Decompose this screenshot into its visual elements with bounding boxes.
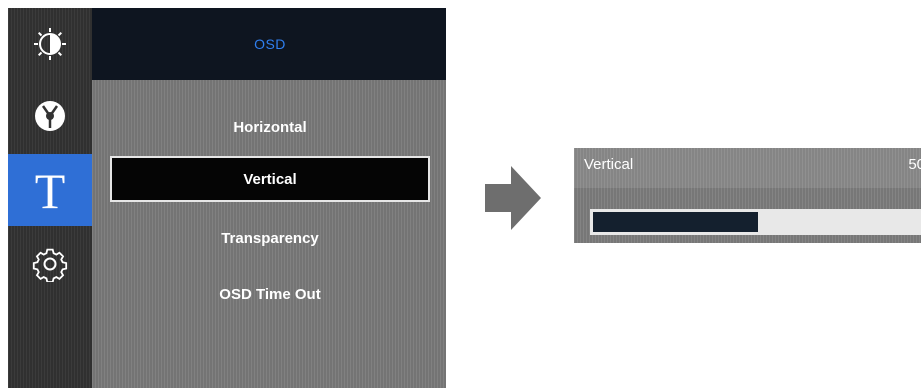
osd-menu-header: OSD xyxy=(92,8,446,80)
vertical-adjust-value: 50 xyxy=(908,156,921,173)
osd-text-icon: T xyxy=(34,163,66,219)
osd-menu-panel: T OSD Horizontal Vertical Transparency O… xyxy=(8,8,446,388)
vertical-slider[interactable] xyxy=(590,209,921,235)
right-arrow-icon xyxy=(485,166,541,230)
vertical-adjust-panel: Vertical 50 xyxy=(574,148,921,243)
osd-header-title: OSD xyxy=(254,36,286,52)
menu-item-osd-time-out[interactable]: OSD Time Out xyxy=(110,271,430,317)
settings-gear-icon xyxy=(32,248,68,282)
rail-item-brightness[interactable] xyxy=(8,8,92,80)
brightness-contrast-icon xyxy=(34,28,66,60)
vertical-adjust-header: Vertical 50 xyxy=(574,148,921,188)
menu-item-vertical[interactable]: Vertical xyxy=(110,156,430,202)
menu-item-horizontal[interactable]: Horizontal xyxy=(110,104,430,150)
rail-item-settings[interactable] xyxy=(8,228,92,300)
osd-icon-rail: T xyxy=(8,8,92,388)
menu-item-transparency[interactable]: Transparency xyxy=(110,215,430,261)
color-icon xyxy=(35,101,65,131)
rail-item-osd[interactable]: T xyxy=(8,154,92,226)
vertical-adjust-title: Vertical xyxy=(584,156,634,173)
rail-item-color[interactable] xyxy=(8,80,92,152)
vertical-slider-fill xyxy=(593,212,758,232)
